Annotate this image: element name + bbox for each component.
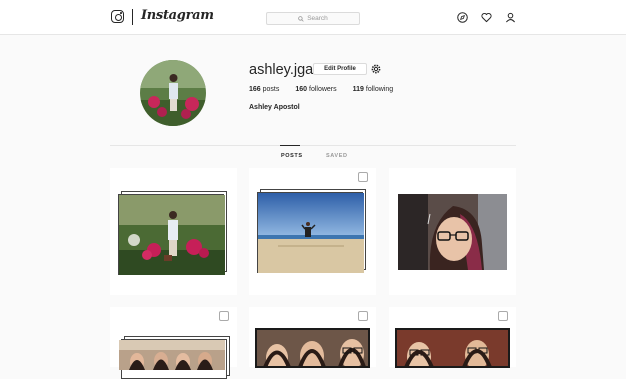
photo-tile[interactable]: [389, 307, 516, 368]
beach-photo: [258, 193, 364, 273]
select-checkbox[interactable]: [219, 311, 229, 321]
tab-saved[interactable]: SAVED: [326, 153, 348, 159]
tab-posts[interactable]: POSTS: [281, 153, 303, 159]
person-icon[interactable]: [505, 12, 516, 23]
photo-tile[interactable]: [110, 168, 237, 295]
logo-divider: [132, 9, 133, 25]
profile-full-name: Ashley Apostol: [249, 104, 300, 111]
search-icon: [298, 15, 304, 22]
instagram-wordmark[interactable]: Instagram: [141, 8, 214, 23]
group-selfie-photo: [255, 328, 370, 368]
compass-icon[interactable]: [457, 12, 468, 23]
profile-stats: 166 posts 160 followers 119 following: [249, 86, 393, 93]
photo-tile[interactable]: [249, 168, 376, 295]
group-selfie-photo-2: [395, 328, 510, 368]
search-placeholder: Search: [307, 15, 328, 22]
avatar[interactable]: [140, 60, 206, 126]
active-tab-indicator: [280, 145, 300, 146]
garden-photo: [119, 195, 225, 275]
posts-count: 166 posts: [249, 86, 280, 93]
search-input[interactable]: Search: [266, 12, 360, 25]
photo-tile[interactable]: [110, 307, 237, 379]
instagram-camera-icon[interactable]: [111, 10, 124, 23]
following-count[interactable]: 119 following: [353, 86, 394, 93]
photo-tile[interactable]: [389, 168, 516, 295]
followers-count[interactable]: 160 followers: [295, 86, 336, 93]
select-checkbox[interactable]: [498, 311, 508, 321]
heart-icon[interactable]: [481, 12, 492, 23]
group-photo: [119, 340, 225, 370]
photo-tile[interactable]: [249, 307, 376, 368]
edit-profile-button[interactable]: Edit Profile: [313, 63, 367, 75]
gear-icon[interactable]: [370, 63, 382, 75]
select-checkbox[interactable]: [358, 172, 368, 182]
selfie-photo: [398, 194, 507, 270]
tabs-divider: [110, 145, 516, 146]
top-nav: Instagram Search: [0, 0, 626, 35]
profile-username: ashley.jga: [249, 62, 314, 78]
select-checkbox[interactable]: [358, 311, 368, 321]
